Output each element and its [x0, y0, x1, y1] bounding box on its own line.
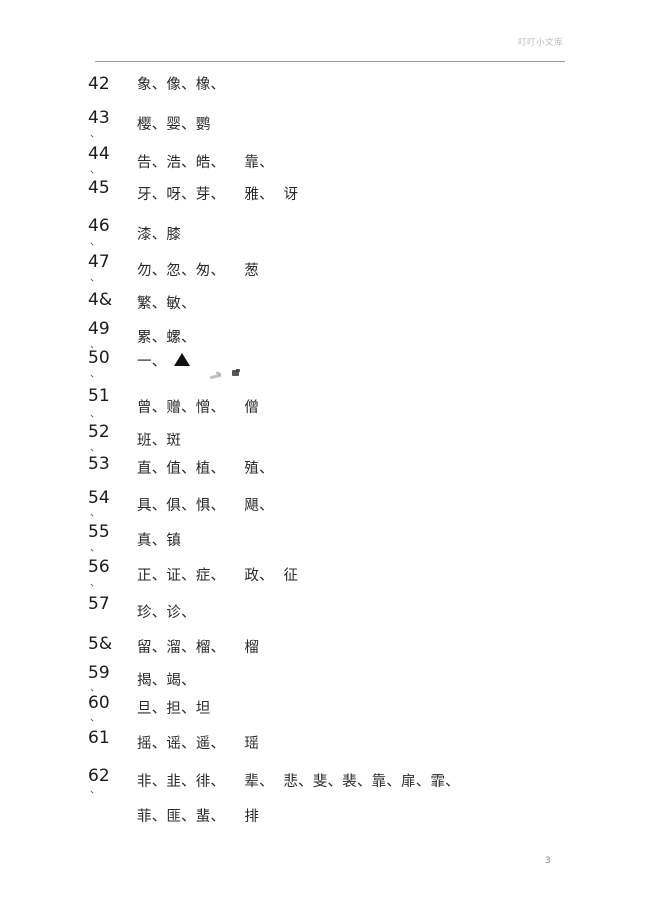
page-header: 叮叮小文库 [95, 36, 565, 62]
row-number: 52 [88, 422, 110, 442]
row-characters: 一、 [137, 354, 167, 370]
row-number-enumeration-mark: 、 [90, 409, 100, 420]
row-characters: 旦、担、坦 [137, 701, 211, 717]
row-number-enumeration-mark: 、 [90, 369, 100, 380]
row-characters: 象、像、橡、 [137, 77, 226, 93]
solid-triangle-icon [174, 353, 190, 366]
row-characters: 留、溜、榴、 榴 [137, 640, 260, 656]
row-characters: 樱、婴、鹦 [137, 117, 211, 133]
row-number: 44 [88, 144, 110, 164]
row-number-enumeration-mark: 、 [90, 785, 100, 796]
row-number: 56 [88, 557, 110, 577]
row-characters: 珍、诊、 [137, 605, 196, 621]
row-number-enumeration-mark: 、 [90, 237, 100, 248]
row-number: 54 [88, 488, 110, 508]
watermark-label: 叮叮小文库 [517, 38, 563, 48]
row-characters: 告、浩、皓、 靠、 [137, 155, 274, 171]
row-number: 5& [88, 634, 113, 654]
row-number-enumeration-mark: 、 [90, 543, 100, 554]
row-number: 59 [88, 663, 110, 683]
row-characters-continuation: 菲、匪、蜚、 排 [137, 809, 260, 825]
row-characters: 直、值、植、 殖、 [137, 461, 274, 477]
row-number: 50 [88, 348, 110, 368]
row-number: 57 [88, 594, 110, 614]
row-characters: 班、斑 [137, 433, 182, 449]
row-number-enumeration-mark: 、 [90, 578, 100, 589]
page-number: 3 [545, 856, 551, 866]
row-number-enumeration-mark: 、 [90, 273, 100, 284]
row-characters: 繁、敏、 [137, 296, 196, 312]
row-number-enumeration-mark: 、 [90, 443, 100, 454]
row-number: 55 [88, 522, 110, 542]
row-number: 45 [88, 178, 110, 198]
row-number-enumeration-mark: 、 [90, 165, 100, 176]
row-number: 51 [88, 386, 110, 406]
row-number: 53 [88, 454, 110, 474]
row-number: 43 [88, 108, 110, 128]
scan-artifact-speckle [236, 369, 240, 372]
row-number: 46 [88, 216, 110, 236]
row-number: 60 [88, 693, 110, 713]
header-divider [95, 61, 565, 62]
row-number: 42 [88, 74, 110, 94]
row-number-enumeration-mark: 、 [90, 129, 100, 140]
row-characters: 具、俱、惧、 飓、 [137, 498, 274, 514]
row-number-enumeration-mark: 、 [90, 713, 100, 724]
row-characters: 漆、膝 [137, 227, 182, 243]
row-number: 61 [88, 728, 110, 748]
row-number: 4& [88, 290, 113, 310]
row-number: 49 [88, 319, 110, 339]
row-characters: 曾、赠、憎、 僧 [137, 400, 260, 416]
row-characters: 非、韭、徘、 辈、 悲、斐、裴、靠、扉、霏、 [137, 774, 460, 790]
row-characters: 正、证、症、 政、 征 [137, 568, 299, 584]
row-characters: 牙、呀、芽、 雅、 讶 [137, 187, 299, 203]
row-number-enumeration-mark: 、 [90, 508, 100, 519]
row-number: 62 [88, 766, 110, 786]
row-number: 47 [88, 252, 110, 272]
row-characters: 揭、竭、 [137, 673, 196, 689]
solid-triangle-marker-icon [172, 353, 190, 368]
row-characters: 摇、谣、遥、 瑶 [137, 736, 260, 752]
row-characters: 勿、忽、匆、 葱 [137, 263, 260, 279]
row-characters: 累、螺、 [137, 330, 196, 346]
row-characters: 真、镇 [137, 533, 182, 549]
document-page: 叮叮小文库 42 象、像、橡、 43、樱、婴、鹦 44、告、浩、皓、 靠、 45 牙、呀、… [0, 0, 650, 920]
